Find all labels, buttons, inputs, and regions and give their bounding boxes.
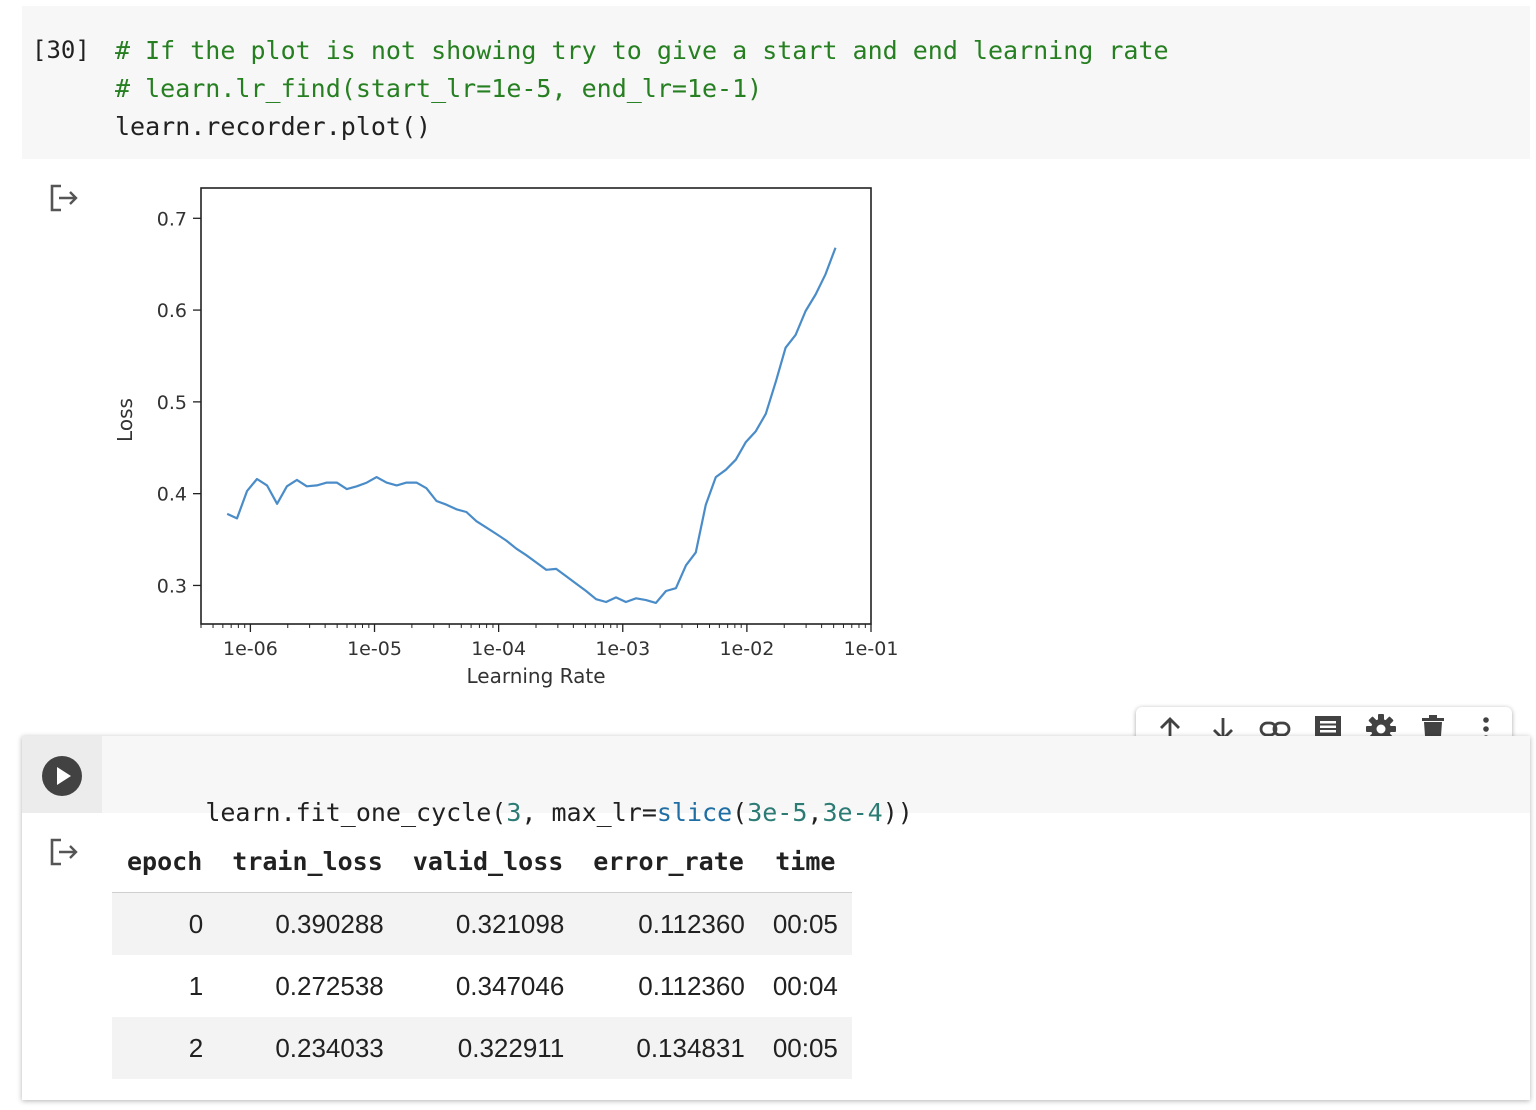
table-cell: 0	[188, 908, 204, 939]
y-tick-label: 0.6	[157, 300, 187, 322]
table-cell: 0.134831	[636, 1032, 745, 1063]
code-editor[interactable]: learn.fit_one_cycle(3, max_lr=slice(3e-5…	[102, 736, 1530, 827]
code-token: 3e-5	[747, 798, 808, 827]
lr-finder-chart: 1e-06 1e-05 1e-04 1e-03 1e-02 1e-01 0.3 0.4 0.5 0…	[113, 187, 899, 688]
table-cell: 0.112360	[638, 908, 745, 939]
loss-series-line	[226, 247, 837, 604]
column-header: train_loss	[217, 830, 398, 893]
code-token: 3e-4	[822, 798, 883, 827]
code-line: # learn.lr_find(start_lr=1e-5, end_lr=1e…	[115, 74, 763, 103]
table-header-row: epoch train_loss valid_loss error_rate t…	[112, 830, 852, 893]
code-line: # If the plot is not showing try to give…	[115, 36, 1169, 65]
code-token: ))	[882, 798, 913, 827]
x-tick-label: 1e-03	[595, 638, 650, 660]
table-row: 0 0.390288 0.321098 0.112360 00:05	[112, 892, 852, 955]
table-cell: 0.347046	[455, 970, 565, 1001]
y-tick-label: 0.3	[157, 575, 187, 597]
table-cell: 00:05	[772, 908, 838, 939]
x-tick-label: 1e-01	[844, 638, 899, 660]
table-cell: 0.234033	[275, 1032, 384, 1063]
table-cell: 0.322911	[457, 1032, 565, 1063]
table-cell: 00:04	[772, 970, 838, 1001]
table-cell: 00:05	[772, 1032, 838, 1063]
y-axis-label: Loss	[113, 398, 137, 442]
output-icon	[49, 837, 79, 867]
code-token: learn.fit_one_cycle(	[205, 798, 507, 827]
code-token: (	[732, 798, 748, 827]
code-token: 3	[506, 798, 522, 827]
table-cell: 0.272538	[275, 970, 384, 1001]
x-tick-label: 1e-06	[223, 638, 278, 660]
code-editor[interactable]: # If the plot is not showing try to give…	[115, 32, 1169, 146]
code-cell-2[interactable]: learn.fit_one_cycle(3, max_lr=slice(3e-5…	[22, 736, 1530, 1100]
table-cell: 1	[188, 970, 204, 1001]
output-icon	[49, 183, 79, 213]
table-cell: 0.112360	[638, 970, 745, 1001]
table-cell: 0.390288	[275, 908, 384, 939]
x-axis-label: Learning Rate	[466, 664, 605, 688]
cell-gutter	[22, 736, 102, 813]
table-row: 2 0.234033 0.322911 0.134831 00:05	[112, 1017, 852, 1079]
run-cell-button[interactable]	[42, 756, 82, 796]
training-results-table: epoch train_loss valid_loss error_rate t…	[112, 830, 852, 1079]
code-token: , max_lr=	[521, 798, 657, 827]
x-tick-label: 1e-04	[471, 638, 526, 660]
column-header: error_rate	[578, 830, 759, 893]
play-icon	[57, 767, 71, 785]
x-tick-label: 1e-02	[719, 638, 774, 660]
table-cell: 2	[188, 1032, 204, 1063]
y-tick-label: 0.4	[157, 484, 187, 506]
execution-count: [30]	[32, 36, 90, 64]
x-tick-label: 1e-05	[347, 638, 402, 660]
y-tick-label: 0.5	[157, 392, 187, 414]
code-line: learn.fit_one_cycle(3, max_lr=slice(3e-5…	[115, 756, 913, 827]
plot-frame	[200, 187, 872, 625]
table-cell: 0.321098	[455, 908, 565, 939]
column-header: time	[758, 830, 852, 893]
column-header: valid_loss	[397, 830, 579, 893]
code-token: ,	[807, 798, 823, 827]
table-row: 1 0.272538 0.347046 0.112360 00:04	[112, 955, 852, 1017]
code-line: learn.recorder.plot()	[115, 112, 432, 141]
y-tick-label: 0.7	[157, 208, 187, 230]
code-cell-1[interactable]: [30] # If the plot is not showing try to…	[22, 6, 1530, 159]
code-token: slice	[656, 798, 733, 827]
column-header: epoch	[112, 830, 218, 893]
